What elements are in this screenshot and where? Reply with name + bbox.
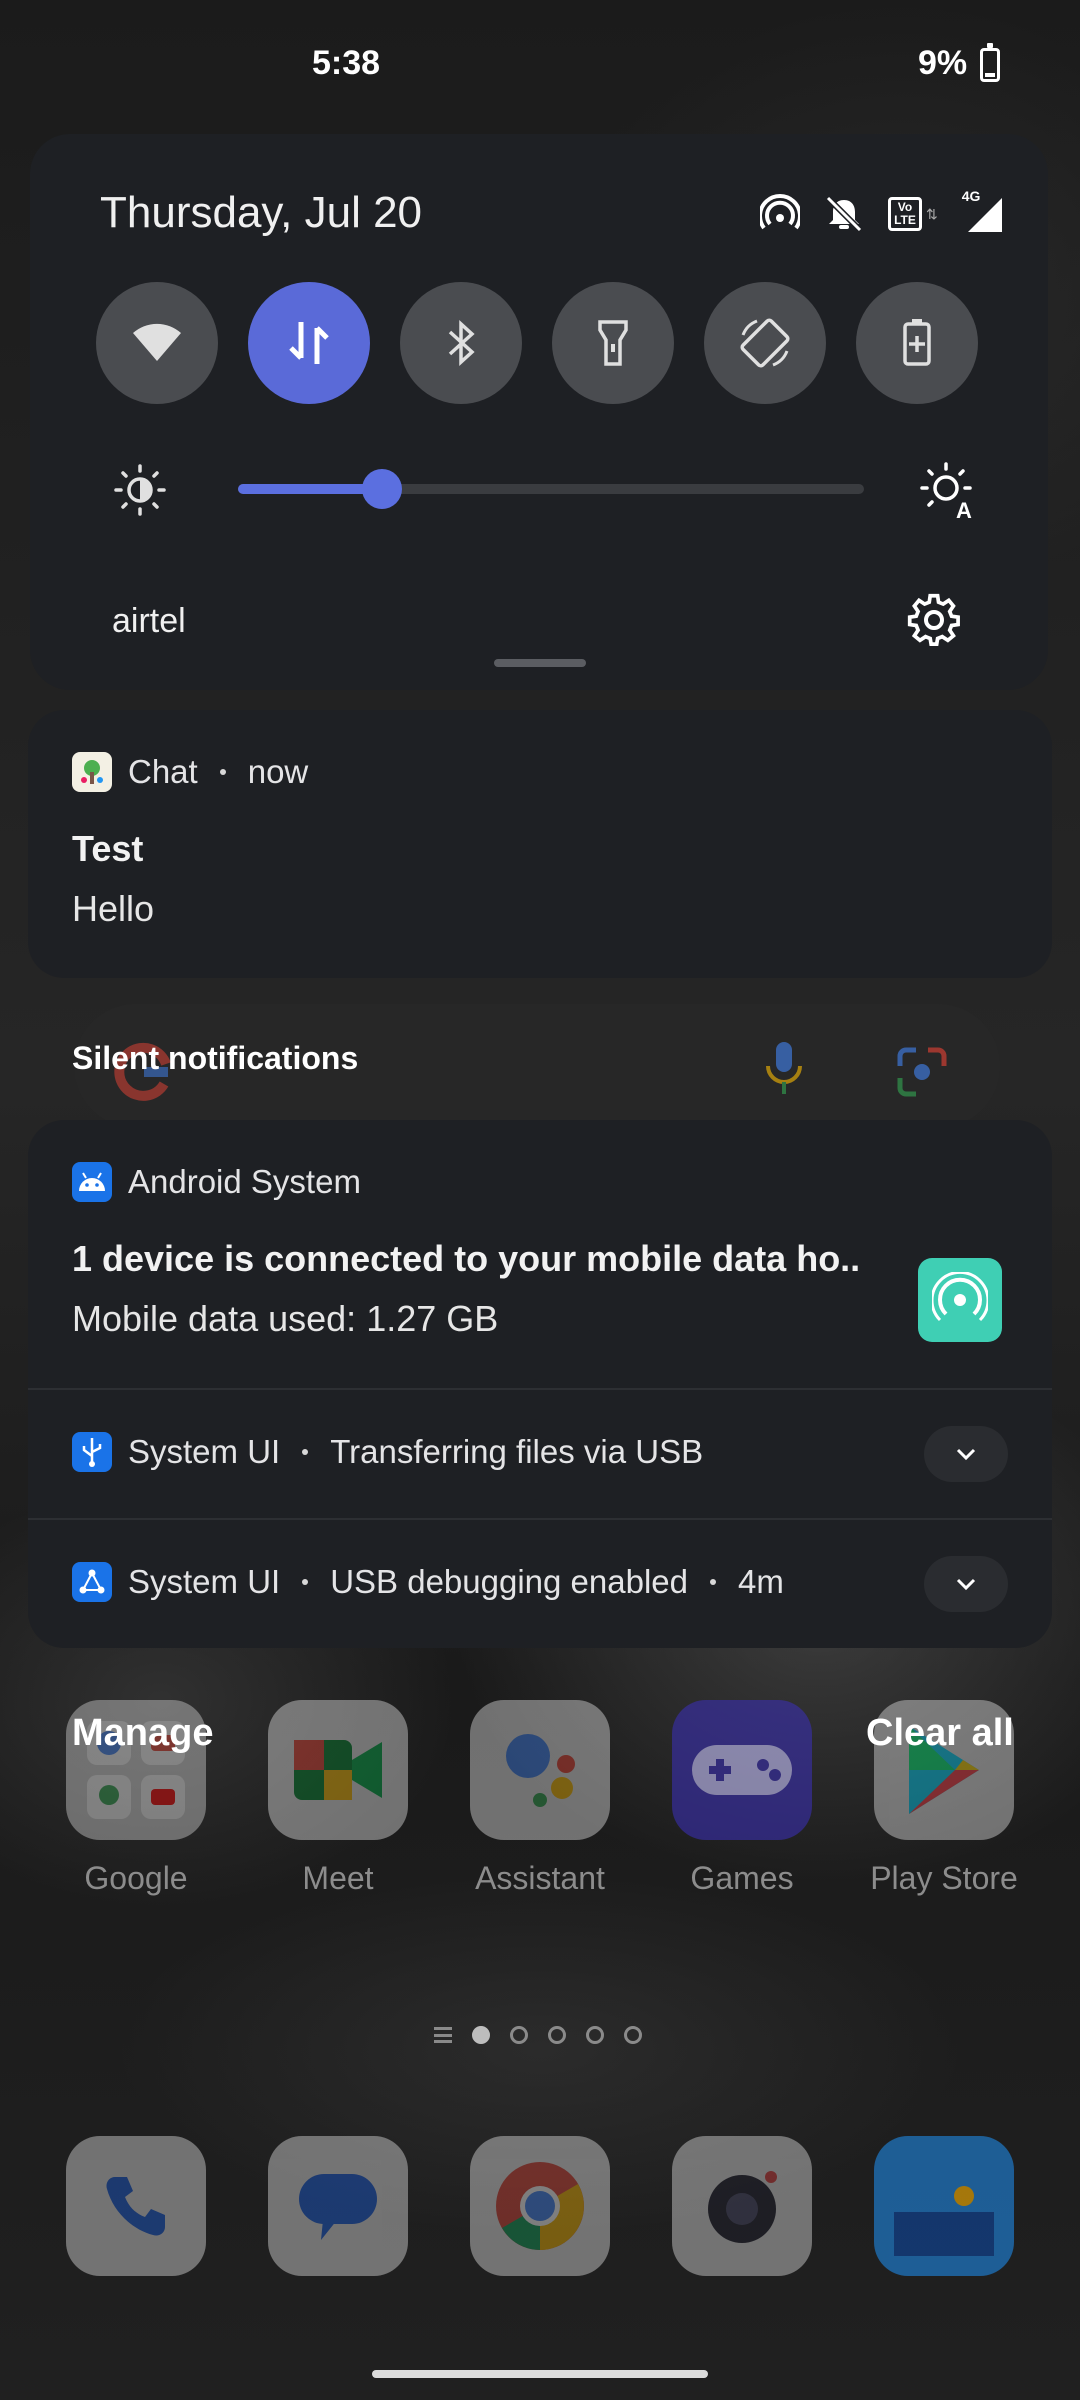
expand-button[interactable]	[924, 1426, 1008, 1482]
brightness-low-icon	[114, 464, 166, 516]
flashlight-icon	[598, 320, 628, 366]
svg-text:A: A	[956, 498, 972, 520]
gallery-icon[interactable]	[874, 2136, 1014, 2276]
messages-icon[interactable]	[268, 2136, 408, 2276]
usb-transfer-text: Transferring files via USB	[330, 1433, 704, 1470]
network-type-label: 4G	[961, 188, 981, 204]
android-system-app-name: Android System	[128, 1163, 361, 1200]
bluetooth-tile[interactable]	[400, 282, 522, 404]
app-label-games: Games	[690, 1860, 794, 1896]
mobile-data-tile[interactable]	[248, 282, 370, 404]
wifi-icon	[133, 323, 181, 361]
app-label-play-store: Play Store	[870, 1860, 1018, 1896]
clear-all-button[interactable]: Clear all	[866, 1712, 1014, 1755]
chevron-down-icon	[956, 1578, 976, 1591]
app-label-assistant: Assistant	[475, 1860, 605, 1896]
page-dot	[624, 2026, 642, 2044]
hotspot-icon	[760, 194, 800, 230]
page-dot	[586, 2026, 604, 2044]
android-icon	[72, 1162, 112, 1202]
signal-icon: 4G	[962, 188, 1006, 234]
usb-transfer-app: System UI	[128, 1433, 281, 1470]
chat-app-row: Chat now	[72, 752, 308, 792]
chat-notification[interactable]: Chat now Test Hello	[28, 710, 1052, 978]
camera-icon[interactable]	[672, 2136, 812, 2276]
usb-debugging-app: System UI	[128, 1563, 281, 1600]
usb-transfer-notification[interactable]: System UI Transferring files via USB	[28, 1390, 1052, 1518]
qs-drag-handle[interactable]	[494, 659, 586, 667]
chat-text: Hello	[72, 888, 155, 929]
notifications-off-icon	[825, 195, 863, 233]
settings-gear-icon[interactable]	[906, 592, 962, 648]
auto-rotate-icon	[740, 318, 790, 368]
home-indicator[interactable]	[372, 2370, 708, 2378]
lens-icon	[897, 1047, 947, 1097]
volte-icon: Vo LTE ⇅	[888, 197, 938, 231]
auto-rotate-tile[interactable]	[704, 282, 826, 404]
battery-saver-tile[interactable]	[856, 282, 978, 404]
qs-date: Thursday, Jul 20	[100, 188, 423, 237]
manage-button[interactable]: Manage	[72, 1712, 213, 1755]
hotspot-text: Mobile data used: 1.27 GB	[72, 1298, 499, 1339]
brightness-slider-thumb[interactable]	[361, 469, 402, 509]
hotspot-large-icon	[918, 1258, 1002, 1342]
usb-debugging-text: USB debugging enabled	[330, 1563, 688, 1600]
qs-status-icons: Vo LTE ⇅ 4G	[760, 188, 1006, 236]
mic-icon	[766, 1042, 802, 1094]
silent-notifications-group: Android System 1 device is connected to …	[28, 1120, 1052, 1648]
chat-app-icon	[72, 752, 112, 792]
games-icon[interactable]	[672, 1700, 812, 1840]
assistant-icon[interactable]	[470, 1700, 610, 1840]
silent-notifications-header: Silent notifications	[72, 1040, 359, 1076]
phone-icon[interactable]	[66, 2136, 206, 2276]
app-label-google: Google	[84, 1860, 188, 1896]
chat-title: Test	[72, 828, 144, 869]
wifi-tile[interactable]	[96, 282, 218, 404]
flashlight-tile[interactable]	[552, 282, 674, 404]
chat-app-name: Chat	[128, 753, 198, 790]
volte-badge: Vo LTE	[888, 197, 922, 231]
usb-debugging-time: 4m	[738, 1563, 784, 1600]
battery-icon	[980, 43, 1000, 82]
status-time: 5:38	[312, 44, 381, 82]
battery-saver-icon	[903, 319, 931, 366]
android-system-notification[interactable]: Android System 1 device is connected to …	[28, 1120, 1052, 1388]
app-label-meet: Meet	[302, 1860, 374, 1896]
usb-icon	[72, 1432, 112, 1472]
page-dot	[510, 2026, 528, 2044]
page-dot	[472, 2026, 490, 2044]
all-apps-icon	[434, 2027, 452, 2043]
battery-percentage: 9%	[918, 44, 968, 82]
chevron-down-icon	[956, 1448, 976, 1461]
usb-transfer-row: System UI Transferring files via USB	[72, 1432, 703, 1472]
debug-icon	[72, 1562, 112, 1602]
page-dot	[548, 2026, 566, 2044]
usb-debugging-notification[interactable]: System UI USB debugging enabled 4m	[28, 1520, 1052, 1648]
chrome-icon[interactable]	[470, 2136, 610, 2276]
bluetooth-icon	[448, 320, 475, 366]
usb-debugging-row: System UI USB debugging enabled 4m	[72, 1562, 784, 1602]
meet-icon[interactable]	[268, 1700, 408, 1840]
chat-time: now	[247, 753, 309, 790]
carrier-name: airtel	[112, 602, 186, 640]
page-indicator[interactable]	[434, 2026, 642, 2044]
hotspot-title: 1 device is connected to your mobile dat…	[72, 1238, 861, 1279]
expand-button[interactable]	[924, 1556, 1008, 1612]
auto-brightness-icon[interactable]: A	[918, 460, 978, 520]
mobile-data-icon	[289, 322, 329, 364]
brightness-slider-fill	[238, 484, 382, 494]
android-system-app-row: Android System	[72, 1162, 361, 1202]
